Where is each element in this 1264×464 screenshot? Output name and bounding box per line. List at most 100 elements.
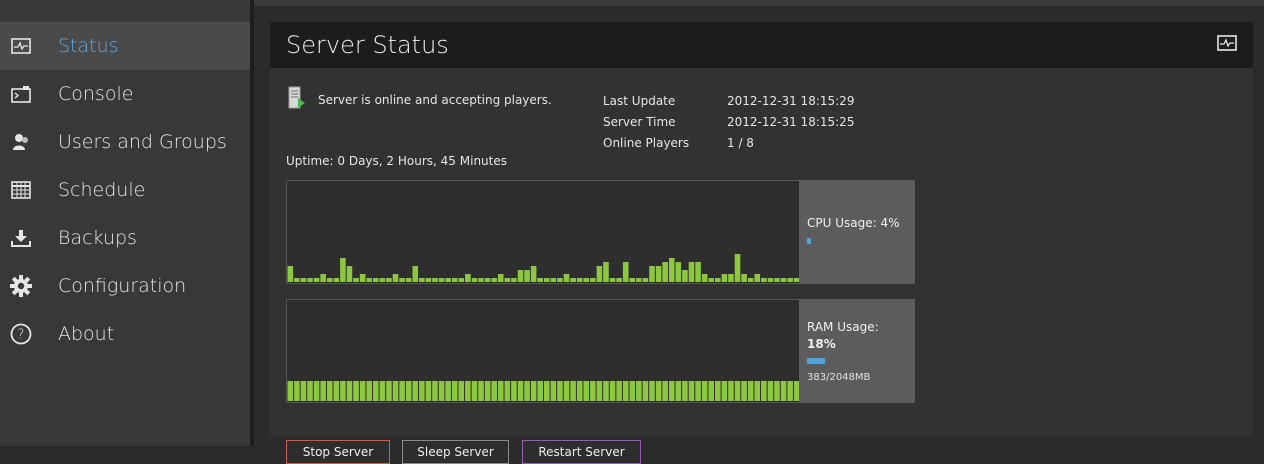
- sidebar-item-label: Configuration: [58, 275, 187, 297]
- usage-bar: [346, 266, 353, 282]
- usage-bar: [557, 381, 563, 401]
- usage-bar: [451, 278, 458, 282]
- usage-bar: [701, 381, 708, 401]
- usage-bar: [774, 381, 780, 401]
- usage-bar: [346, 381, 353, 401]
- sidebar-item-label: Console: [58, 83, 134, 105]
- usage-bar: [708, 381, 714, 401]
- info-row-server-time: Server Time 2012-12-31 18:15:25: [603, 111, 854, 132]
- usage-bar: [359, 381, 366, 401]
- usage-bar: [326, 278, 333, 282]
- usage-bar: [609, 381, 616, 401]
- usage-bar: [622, 262, 629, 282]
- panel-header: Server Status: [270, 22, 1253, 68]
- usage-bar: [497, 274, 504, 282]
- usage-bar: [767, 278, 774, 282]
- usage-bar: [675, 381, 682, 401]
- usage-bar: [695, 262, 701, 282]
- cpu-history-chart: [287, 254, 800, 282]
- usage-bar: [787, 381, 793, 401]
- sidebar-item-schedule[interactable]: Schedule: [0, 166, 250, 214]
- usage-bar: [741, 381, 747, 401]
- sidebar-nav: Status Console Users and Groups Schedule…: [0, 6, 250, 446]
- cpu-usage-box: CPU Usage: 4%: [799, 180, 915, 284]
- usage-bar: [458, 381, 465, 401]
- usage-bar: [576, 278, 583, 282]
- usage-bar: [511, 278, 517, 282]
- usage-bar: [392, 274, 399, 282]
- usage-bar: [590, 278, 596, 282]
- usage-bar: [379, 278, 386, 282]
- usage-bar: [530, 381, 537, 401]
- usage-bar: [412, 266, 419, 282]
- usage-bar: [754, 274, 761, 282]
- usage-bar: [583, 381, 590, 401]
- usage-bar: [478, 381, 484, 401]
- usage-bar: [511, 381, 517, 401]
- sidebar-item-status[interactable]: Status: [0, 22, 250, 70]
- activity-monitor-icon[interactable]: [1217, 35, 1237, 55]
- usage-bar: [478, 278, 484, 282]
- usage-bar: [497, 381, 504, 401]
- usage-bar: [399, 278, 405, 282]
- usage-bar: [392, 381, 399, 401]
- usage-bar: [313, 278, 320, 282]
- usage-bar: [386, 381, 392, 401]
- restart-server-button[interactable]: Restart Server: [522, 440, 641, 464]
- stop-server-button[interactable]: Stop Server: [286, 440, 390, 464]
- usage-bar: [708, 278, 714, 282]
- usage-bar: [307, 278, 313, 282]
- sidebar-item-users-and-groups[interactable]: Users and Groups: [0, 118, 250, 166]
- usage-bar: [465, 274, 471, 282]
- usage-bar: [333, 381, 340, 401]
- sidebar-item-configuration[interactable]: Configuration: [0, 262, 250, 310]
- usage-bar: [780, 278, 787, 282]
- info-row-online-players: Online Players 1 / 8: [603, 132, 854, 153]
- usage-bar: [649, 266, 655, 282]
- usage-bar: [386, 278, 392, 282]
- sidebar-item-about[interactable]: ? About: [0, 310, 250, 358]
- usage-bar: [517, 270, 524, 282]
- usage-bar: [373, 381, 379, 401]
- usage-bar: [550, 278, 557, 282]
- usage-bar: [563, 381, 570, 401]
- usage-bar: [530, 266, 537, 282]
- usage-bar: [576, 381, 583, 401]
- usage-bar: [294, 381, 300, 401]
- cpu-usage-label: CPU Usage: 4%: [807, 216, 900, 230]
- usage-bar: [544, 381, 550, 401]
- sidebar-item-console[interactable]: Console: [0, 70, 250, 118]
- usage-bar: [701, 274, 708, 282]
- sidebar-item-label: Backups: [58, 227, 137, 249]
- ram-history-chart: [287, 381, 800, 401]
- usage-bar: [682, 270, 688, 282]
- usage-bar: [320, 274, 326, 282]
- usage-bar: [629, 381, 636, 401]
- sidebar-item-backups[interactable]: Backups: [0, 214, 250, 262]
- usage-bar: [458, 278, 465, 282]
- usage-bar: [445, 381, 451, 401]
- usage-bar: [655, 381, 662, 401]
- usage-bar: [688, 381, 695, 401]
- usage-bar: [629, 278, 636, 282]
- usage-bar: [300, 381, 307, 401]
- usage-bar: [728, 381, 734, 401]
- usage-bar: [326, 381, 333, 401]
- usage-bar: [405, 381, 412, 401]
- uptime-text: Uptime: 0 Days, 2 Hours, 45 Minutes: [286, 154, 507, 168]
- server-status-line: Server is online and accepting players.: [288, 86, 552, 113]
- usage-bar: [780, 381, 787, 401]
- usage-bar: [754, 381, 761, 401]
- info-value: 1 / 8: [727, 135, 754, 150]
- usage-bar: [287, 381, 294, 401]
- usage-bar: [636, 381, 642, 401]
- usage-bar: [767, 381, 774, 401]
- usage-bar: [761, 278, 767, 282]
- usage-bar: [432, 278, 438, 282]
- usage-bar: [366, 278, 372, 282]
- sleep-server-button[interactable]: Sleep Server: [402, 440, 509, 464]
- usage-bar: [603, 262, 609, 282]
- usage-bar: [307, 381, 313, 401]
- usage-bar: [484, 381, 491, 401]
- usage-bar: [596, 266, 603, 282]
